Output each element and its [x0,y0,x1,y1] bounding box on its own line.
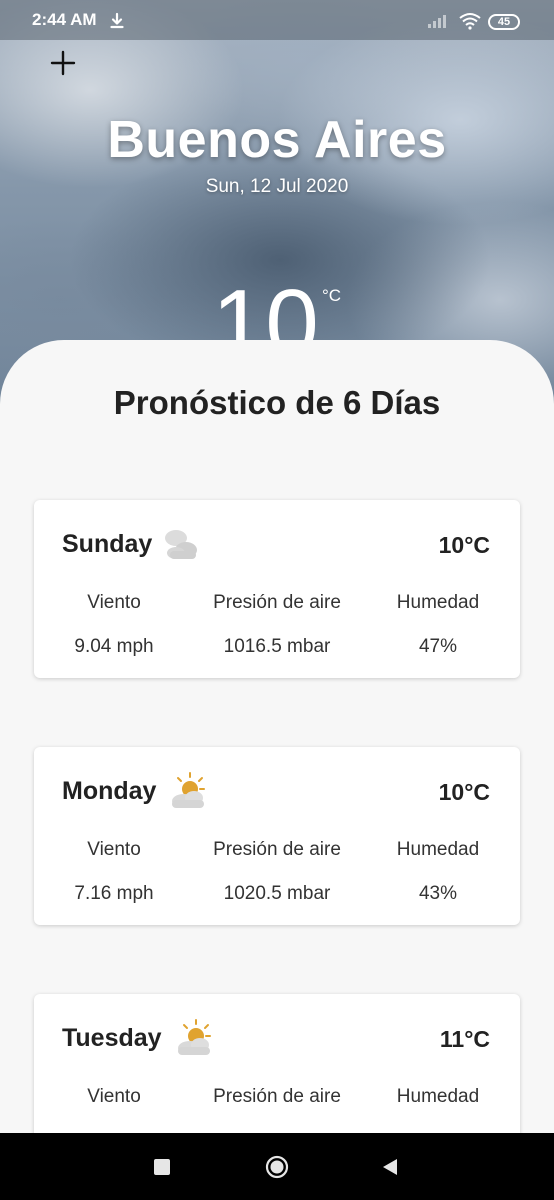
humidity-label: Humedad [396,1086,480,1107]
humidity-label: Humedad [396,592,480,613]
card-temperature: 11°C [439,1026,490,1052]
add-city-button[interactable] [46,46,80,80]
recents-icon[interactable] [154,1159,170,1175]
humidity-label: Humedad [396,839,480,860]
forecast-title: Pronóstico de 6 Días [113,384,441,421]
battery-icon: 45 [488,14,520,30]
partly-sunny-icon [166,771,210,811]
card-temperature: 10°C [438,532,490,558]
wind-label: Viento [87,592,141,613]
pressure-value: 1016.5 mbar [223,636,331,657]
signal-icon [428,14,450,33]
city-name: Buenos Aires [107,111,447,169]
status-bar: 2:44 AM 45 [0,0,554,40]
pressure-label: Presión de aire [213,592,341,613]
wifi-icon [458,12,482,35]
card-temperature: 10°C [438,779,490,805]
wind-label: Viento [87,839,141,860]
temperature-unit: °C [322,286,342,305]
plus-icon [50,50,76,76]
wind-value: 9.04 mph [74,636,154,657]
forecast-card-monday[interactable]: Monday 10°C Viento Presión de aire Humed… [34,747,520,925]
weather-screen: 2:44 AM 45 Buenos Aires Sun, 12 Jul 2020… [0,0,554,1200]
card-day: Monday [62,777,157,805]
download-icon [109,12,125,30]
card-day: Tuesday [62,1024,162,1052]
pressure-label: Presión de aire [213,839,341,860]
home-icon[interactable] [265,1155,289,1179]
pressure-value: 1020.5 mbar [223,883,331,904]
back-icon[interactable] [380,1157,400,1177]
pressure-label: Presión de aire [213,1086,341,1107]
wind-value: 7.16 mph [74,883,154,904]
partly-sunny-icon [172,1018,216,1058]
current-date: Sun, 12 Jul 2020 [205,176,349,197]
status-time: 2:44 AM [32,10,97,29]
wind-label: Viento [87,1086,141,1107]
navigation-bar [0,1133,554,1200]
humidity-value: 43% [418,883,458,904]
humidity-value: 47% [418,636,458,657]
card-day: Sunday [62,530,153,558]
forecast-card-sunday[interactable]: Sunday 10°C Viento Presión de aire Humed… [34,500,520,678]
cloudy-icon [158,524,202,564]
